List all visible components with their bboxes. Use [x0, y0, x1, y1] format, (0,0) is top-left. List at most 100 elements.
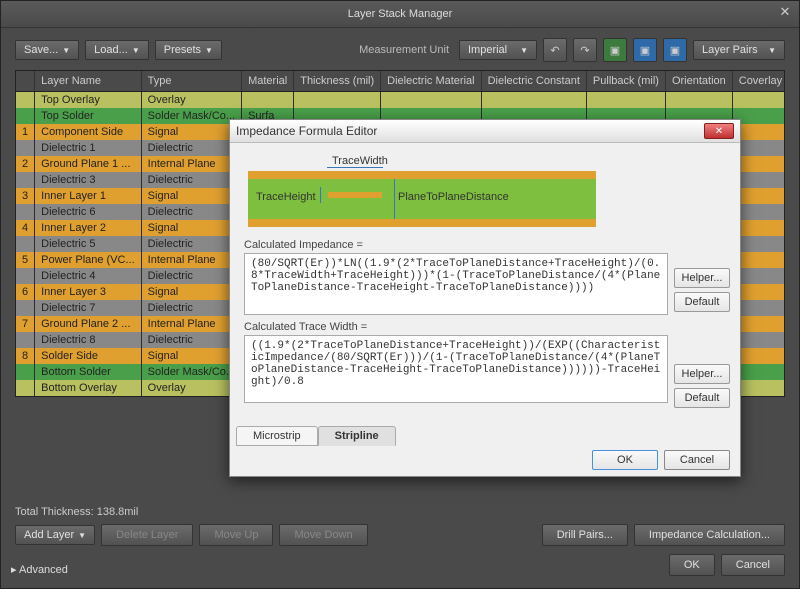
table-cell[interactable]: Inner Layer 1: [35, 188, 142, 204]
table-cell[interactable]: [381, 92, 481, 109]
window-titlebar: Layer Stack Manager ✕: [1, 1, 799, 28]
tab-stripline[interactable]: Stripline: [318, 426, 396, 446]
toolbar-icon-2[interactable]: ▣: [633, 38, 657, 62]
table-cell: [16, 332, 35, 348]
table-cell[interactable]: Signal: [141, 188, 241, 204]
table-cell[interactable]: Signal: [141, 220, 241, 236]
table-cell[interactable]: Solder Mask/Co...: [141, 108, 241, 124]
table-cell[interactable]: Internal Plane: [141, 316, 241, 332]
tracewidth-formula-input[interactable]: ((1.9*(2*TraceToPlaneDistance+TraceHeigh…: [244, 335, 668, 403]
table-cell[interactable]: Dielectric 7: [35, 300, 142, 316]
table-cell[interactable]: Internal Plane: [141, 252, 241, 268]
measurement-unit-select[interactable]: Imperial▼: [459, 40, 537, 60]
modal-title: Impedance Formula Editor: [236, 124, 377, 138]
save-button[interactable]: Save...▼: [15, 40, 79, 60]
table-cell[interactable]: Solder Mask/Co...: [141, 364, 241, 380]
close-button[interactable]: ✕: [777, 4, 793, 20]
column-header[interactable]: Pullback (mil): [586, 71, 665, 92]
table-cell[interactable]: Bottom Overlay: [35, 380, 142, 396]
column-header[interactable]: Dielectric Material: [381, 71, 481, 92]
default-button-1[interactable]: Default: [674, 292, 730, 312]
default-button-2[interactable]: Default: [674, 388, 730, 408]
table-cell[interactable]: Top Overlay: [35, 92, 142, 109]
advanced-toggle[interactable]: ▸ Advanced: [11, 563, 68, 576]
redo-button[interactable]: ↷: [573, 38, 597, 62]
table-cell[interactable]: Inner Layer 2: [35, 220, 142, 236]
helper-button-2[interactable]: Helper...: [674, 364, 730, 384]
table-cell: 6: [16, 284, 35, 300]
move-down-button[interactable]: Move Down: [279, 524, 367, 546]
layer-pairs-select[interactable]: Layer Pairs▼: [693, 40, 785, 60]
table-cell[interactable]: Dielectric 4: [35, 268, 142, 284]
table-cell[interactable]: Component Side: [35, 124, 142, 140]
ok-button[interactable]: OK: [669, 554, 715, 576]
toolbar-icon-1[interactable]: ▣: [603, 38, 627, 62]
undo-button[interactable]: ↶: [543, 38, 567, 62]
column-header[interactable]: Material: [242, 71, 294, 92]
table-cell[interactable]: [586, 92, 665, 109]
table-cell[interactable]: Dielectric 6: [35, 204, 142, 220]
modal-close-button[interactable]: ✕: [704, 123, 734, 139]
table-cell[interactable]: [242, 92, 294, 109]
table-cell[interactable]: Bottom Solder: [35, 364, 142, 380]
chevron-down-icon: ▼: [520, 46, 528, 55]
table-cell[interactable]: Dielectric: [141, 300, 241, 316]
load-button[interactable]: Load...▼: [85, 40, 149, 60]
impedance-calculation-button[interactable]: Impedance Calculation...: [634, 524, 785, 546]
chevron-down-icon: ▼: [205, 46, 213, 55]
delete-layer-button[interactable]: Delete Layer: [101, 524, 193, 546]
table-cell[interactable]: Overlay: [141, 92, 241, 109]
table-cell[interactable]: Top Solder: [35, 108, 142, 124]
drill-pairs-button[interactable]: Drill Pairs...: [542, 524, 628, 546]
table-cell: [16, 380, 35, 396]
column-header[interactable]: Dielectric Constant: [481, 71, 586, 92]
table-cell[interactable]: [294, 92, 381, 109]
column-header[interactable]: [16, 71, 35, 92]
top-toolbar: Save...▼ Load...▼ Presets▼ Measurement U…: [1, 28, 799, 68]
table-cell[interactable]: Ground Plane 2 ...: [35, 316, 142, 332]
table-cell[interactable]: Signal: [141, 124, 241, 140]
table-cell[interactable]: Dielectric: [141, 332, 241, 348]
column-header[interactable]: Orientation: [665, 71, 732, 92]
table-cell[interactable]: Dielectric 3: [35, 172, 142, 188]
table-cell[interactable]: Solder Side: [35, 348, 142, 364]
presets-button[interactable]: Presets▼: [155, 40, 222, 60]
table-cell[interactable]: Power Plane (VC...: [35, 252, 142, 268]
table-row[interactable]: Top OverlayOverlay: [16, 92, 785, 109]
cancel-button[interactable]: Cancel: [721, 554, 785, 576]
table-cell[interactable]: [665, 92, 732, 109]
modal-ok-button[interactable]: OK: [592, 450, 658, 470]
table-cell[interactable]: Signal: [141, 284, 241, 300]
table-cell[interactable]: [732, 92, 785, 109]
table-cell[interactable]: Dielectric 8: [35, 332, 142, 348]
column-header[interactable]: Coverlay Expansion: [732, 71, 785, 92]
formula-tabs: Microstrip Stripline: [236, 426, 396, 446]
add-layer-button[interactable]: Add Layer▼: [15, 525, 95, 545]
toolbar-icon-3[interactable]: ▣: [663, 38, 687, 62]
column-header[interactable]: Layer Name: [35, 71, 142, 92]
table-cell[interactable]: [481, 92, 586, 109]
table-cell[interactable]: Dielectric: [141, 236, 241, 252]
table-cell: [16, 364, 35, 380]
helper-button-1[interactable]: Helper...: [674, 268, 730, 288]
move-up-button[interactable]: Move Up: [199, 524, 273, 546]
table-cell[interactable]: Signal: [141, 348, 241, 364]
table-cell[interactable]: Dielectric 5: [35, 236, 142, 252]
column-header[interactable]: Type: [141, 71, 241, 92]
impedance-formula-input[interactable]: (80/SQRT(Er))*LN((1.9*(2*TraceToPlaneDis…: [244, 253, 668, 315]
column-header[interactable]: Thickness (mil): [294, 71, 381, 92]
stripline-diagram: TraceWidth TraceHeight PlaneToPlaneDista…: [248, 159, 596, 231]
table-cell[interactable]: Dielectric: [141, 140, 241, 156]
table-cell[interactable]: Ground Plane 1 ...: [35, 156, 142, 172]
table-cell[interactable]: Internal Plane: [141, 156, 241, 172]
table-cell[interactable]: Dielectric: [141, 204, 241, 220]
table-cell[interactable]: Dielectric 1: [35, 140, 142, 156]
table-cell[interactable]: Dielectric: [141, 172, 241, 188]
table-cell[interactable]: Inner Layer 3: [35, 284, 142, 300]
calculated-impedance-label: Calculated Impedance =: [244, 239, 726, 251]
table-cell[interactable]: Overlay: [141, 380, 241, 396]
table-cell[interactable]: Dielectric: [141, 268, 241, 284]
tab-microstrip[interactable]: Microstrip: [236, 426, 318, 446]
chevron-down-icon: ▼: [78, 531, 86, 540]
modal-cancel-button[interactable]: Cancel: [664, 450, 730, 470]
